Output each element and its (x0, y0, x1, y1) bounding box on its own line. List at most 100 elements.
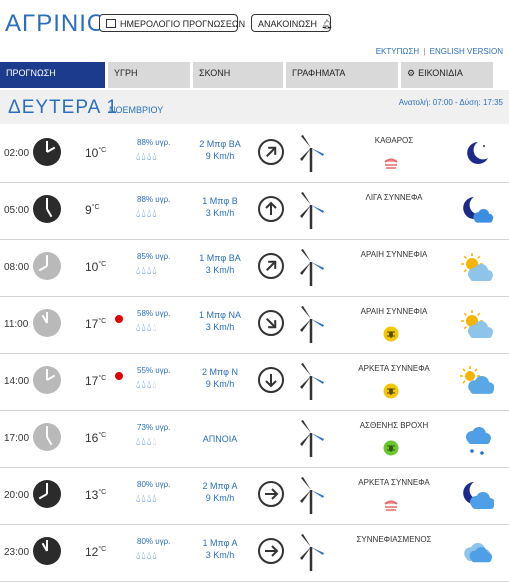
humidity: 88% υγρ. (137, 195, 171, 204)
temperature-value: 17 (85, 374, 99, 388)
wind-force: 2 Μπφ ΒΑ (199, 139, 241, 149)
wind-turbine-icon (296, 419, 326, 459)
day-header: ΔΕΥΤΕΡΑ 1 ΝΟΕΜΒΡΙΟΥ Ανατολή: 07:00 - Δύσ… (0, 90, 509, 124)
tab-dust[interactable]: ΣΚΟΝΗ (193, 62, 283, 88)
wind-info: 1 Μπφ ΝΑ 3 Km/h (190, 309, 250, 333)
announcement-button[interactable]: ΑΝΑΚΟΙΝΩΣΗ 🔔︎ (251, 14, 333, 32)
forecast-calendar-label: ΗΜΕΡΟΛΟΓΙΟ ΠΡΟΓΝΩΣΕΩΝ (120, 19, 246, 29)
humidity-drops: 💧︎💧︎💧︎💧︎ (136, 265, 158, 278)
tab-humidity[interactable]: ΥΓΡΗ (108, 62, 190, 88)
forecast-time: 08:00 (4, 262, 30, 273)
temperature-unit: °C (98, 489, 107, 496)
print-link[interactable]: ΕΚΤΥΠΩΣΗ (376, 47, 419, 56)
humidity: 58% υγρ. (137, 309, 171, 318)
sky-condition: ΑΡΚΕΤΑ ΣΥΝΝΕΦΑ (358, 364, 430, 373)
tab-charts[interactable]: ΓΡΑΦΗΜΑΤΑ (286, 62, 398, 88)
temperature-value: 16 (85, 431, 99, 445)
insect-green-icon (383, 440, 399, 456)
wind-speed: 9 Km/h (205, 493, 235, 503)
forecast-row: 08:00 10°C 85% υγρ. 💧︎💧︎💧︎💧︎ 1 Μπφ ΒΑ 3 … (0, 240, 509, 297)
humidity-drops: 💧︎💧︎💧︎💧︎ (136, 208, 158, 221)
temperature: 10°C (85, 146, 106, 160)
rain-cloud-icon (460, 423, 494, 457)
clouds-icon (460, 537, 494, 571)
clock-icon (33, 252, 61, 280)
temperature: 10°C (85, 260, 106, 274)
announcement-label: ΑΝΑΚΟΙΝΩΣΗ (258, 19, 318, 29)
humidity: 88% υγρ. (137, 138, 171, 147)
forecast-row: 14:00 17°C 55% υγρ. 💧︎💧︎💧︎💧︎ 2 Μπφ Ν 9 K… (0, 354, 509, 411)
wind-direction-arrow-icon (258, 139, 284, 165)
wind-turbine-icon (296, 305, 326, 345)
sky-condition: ΑΣΘΕΝΗΣ ΒΡΟΧΗ (359, 421, 429, 430)
wind-direction-arrow-icon (258, 310, 284, 336)
humidity-drops: 💧︎💧︎💧︎💧︎ (136, 151, 158, 164)
wind-turbine-icon (296, 362, 326, 402)
moon-icon (460, 138, 494, 172)
wind-turbine-icon (296, 476, 326, 516)
wind-info: 1 Μπφ ΒΑ 3 Km/h (190, 252, 250, 276)
wind-force: 1 Μπφ Α (202, 538, 238, 548)
bell-icon: 🔔︎ (321, 19, 333, 29)
wind-info: 2 Μπφ Α 9 Km/h (190, 480, 250, 504)
wind-turbine-icon (296, 191, 326, 231)
temperature: 12°C (85, 545, 106, 559)
wind-speed: 3 Km/h (205, 322, 235, 332)
humidity: 85% υγρ. (137, 252, 171, 261)
temperature-value: 12 (85, 545, 99, 559)
forecast-time: 14:00 (4, 376, 30, 387)
forecast-row: 23:00 12°C 80% υγρ. 💧︎💧︎💧︎💧︎ 1 Μπφ Α 3 K… (0, 525, 509, 582)
humidity-drops: 💧︎💧︎💧︎💧︎ (136, 436, 158, 449)
temperature-unit: °C (98, 147, 107, 154)
temperature-unit: °C (98, 432, 107, 439)
wind-info: 2 Μπφ Ν 9 Km/h (190, 366, 250, 390)
humidity-drops: 💧︎💧︎💧︎💧︎ (136, 379, 158, 392)
wind-speed: 3 Km/h (205, 550, 235, 560)
humidity-drops: 💧︎💧︎💧︎💧︎ (136, 550, 158, 563)
tab-forecast[interactable]: ΠΡΟΓΝΩΣΗ (0, 62, 105, 88)
humidity-drop-icon: 💧︎ (152, 322, 158, 334)
forecast-time: 05:00 (4, 205, 30, 216)
temperature-value: 13 (85, 488, 99, 502)
humidity: 55% υγρ. (137, 366, 171, 375)
calendar-icon (106, 19, 116, 28)
tab-icons[interactable]: ⚙ ΕΙΚΟΝΙΔΙΑ (401, 62, 493, 88)
forecast-time: 17:00 (4, 433, 30, 444)
humidity-drop-icon: 💧︎ (152, 493, 158, 505)
link-separator: | (423, 47, 426, 56)
sunrise-sunset: Ανατολή: 07:00 - Δύση: 17:35 (398, 98, 503, 107)
clock-icon (33, 195, 61, 223)
forecast-row: 02:00 10°C 88% υγρ. 💧︎💧︎💧︎💧︎ 2 Μπφ ΒΑ 9 … (0, 126, 509, 183)
wind-turbine-icon (296, 248, 326, 288)
forecast-row: 20:00 13°C 80% υγρ. 💧︎💧︎💧︎💧︎ 2 Μπφ Α 9 K… (0, 468, 509, 525)
clock-icon (33, 423, 61, 451)
temperature: 17°C (85, 317, 106, 331)
moon-cloud-icon (460, 195, 494, 229)
wind-info: 1 Μπφ Β 3 Km/h (190, 195, 250, 219)
temperature: 16°C (85, 431, 106, 445)
tab-label: ΠΡΟΓΝΩΣΗ (6, 68, 56, 78)
humidity-drop-icon: 💧︎ (152, 550, 158, 562)
clock-icon (33, 480, 61, 508)
top-links: ΕΚΤΥΠΩΣΗ | ENGLISH VERSION (376, 47, 503, 56)
humidity-drop-icon: 💧︎ (152, 379, 158, 391)
wind-force: 1 Μπφ Β (202, 196, 238, 206)
wind-info: 2 Μπφ ΒΑ 9 Km/h (190, 138, 250, 162)
forecast-calendar-button[interactable]: ΗΜΕΡΟΛΟΓΙΟ ΠΡΟΓΝΩΣΕΩΝ (99, 14, 245, 32)
wind-speed: 3 Km/h (205, 265, 235, 275)
wind-force: 2 Μπφ Ν (202, 367, 238, 377)
wind-direction-arrow-icon (258, 253, 284, 279)
header: ΑΓΡΙΝΙΟ ΗΜΕΡΟΛΟΓΙΟ ΠΡΟΓΝΩΣΕΩΝ ΑΝΑΚΟΙΝΩΣΗ… (0, 0, 509, 46)
clock-icon (33, 138, 61, 166)
temperature-value: 17 (85, 317, 99, 331)
wind-force: 2 Μπφ Α (202, 481, 238, 491)
humidity-drop-icon: 💧︎ (152, 436, 158, 448)
forecast-row: 11:00 17°C 58% υγρ. 💧︎💧︎💧︎💧︎ 1 Μπφ ΝΑ 3 … (0, 297, 509, 354)
temperature-unit: °C (98, 261, 107, 268)
tab-label: ΓΡΑΦΗΜΑΤΑ (292, 68, 346, 78)
warning-dot-icon (115, 372, 123, 380)
english-version-link[interactable]: ENGLISH VERSION (430, 47, 503, 56)
temperature-unit: °C (98, 546, 107, 553)
temperature-value: 9 (85, 203, 92, 217)
sun-clouds-icon (460, 366, 495, 400)
